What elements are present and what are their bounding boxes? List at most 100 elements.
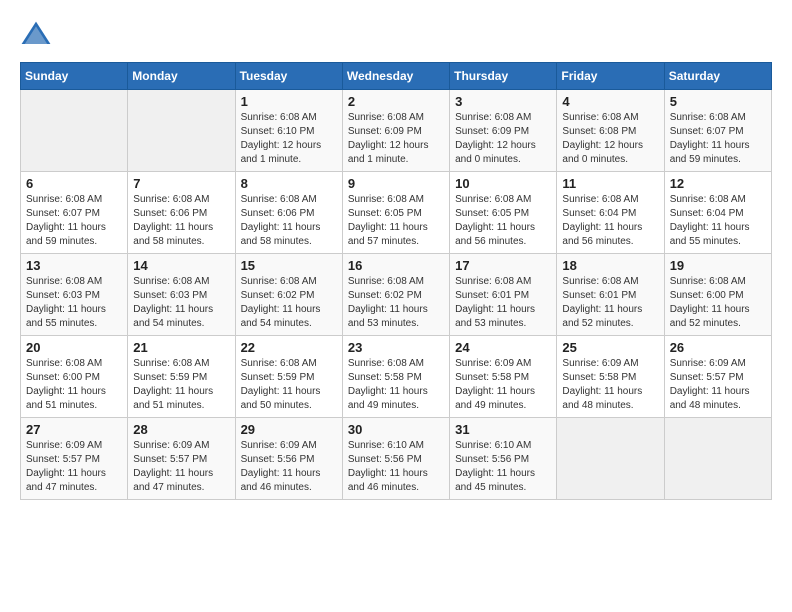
- weekday-header-monday: Monday: [128, 63, 235, 90]
- day-number: 18: [562, 258, 658, 273]
- weekday-header-saturday: Saturday: [664, 63, 771, 90]
- day-number: 9: [348, 176, 444, 191]
- calendar-cell: 11 Sunrise: 6:08 AM Sunset: 6:04 PM Dayli…: [557, 172, 664, 254]
- day-number: 1: [241, 94, 337, 109]
- weekday-header-tuesday: Tuesday: [235, 63, 342, 90]
- day-number: 29: [241, 422, 337, 437]
- cell-content: Sunrise: 6:08 AM Sunset: 6:06 PM Dayligh…: [241, 193, 337, 249]
- calendar-cell: 14Sunrise: 6:08 AM Sunset: 6:03 PM Dayli…: [128, 254, 235, 336]
- cell-content: Sunrise: 6:08 AM Sunset: 6:00 PM Dayligh…: [26, 357, 122, 413]
- cell-content: Sunrise: 6:09 AM Sunset: 5:57 PM Dayligh…: [133, 439, 229, 495]
- calendar-cell: 6 Sunrise: 6:08 AM Sunset: 6:07 PM Daylig…: [21, 172, 128, 254]
- calendar-cell: 2 Sunrise: 6:08 AM Sunset: 6:09 PM Daylig…: [342, 90, 449, 172]
- logo-icon: [20, 20, 52, 52]
- cell-content: Sunrise: 6:08 AM Sunset: 5:58 PM Dayligh…: [348, 357, 444, 413]
- day-number: 12: [670, 176, 766, 191]
- weekday-header-sunday: Sunday: [21, 63, 128, 90]
- day-number: 28: [133, 422, 229, 437]
- calendar-cell: [21, 90, 128, 172]
- day-number: 5: [670, 94, 766, 109]
- cell-content: Sunrise: 6:09 AM Sunset: 5:57 PM Dayligh…: [26, 439, 122, 495]
- day-number: 7: [133, 176, 229, 191]
- day-number: 6: [26, 176, 122, 191]
- day-number: 2: [348, 94, 444, 109]
- calendar-cell: 29Sunrise: 6:09 AM Sunset: 5:56 PM Dayli…: [235, 418, 342, 500]
- cell-content: Sunrise: 6:08 AM Sunset: 6:04 PM Dayligh…: [562, 193, 658, 249]
- cell-content: Sunrise: 6:08 AM Sunset: 6:04 PM Dayligh…: [670, 193, 766, 249]
- cell-content: Sunrise: 6:08 AM Sunset: 5:59 PM Dayligh…: [241, 357, 337, 413]
- day-number: 11: [562, 176, 658, 191]
- calendar-cell: 16 Sunrise: 6:08 AM Sunset: 6:02 PM Dayli…: [342, 254, 449, 336]
- logo: [20, 20, 56, 52]
- cell-content: Sunrise: 6:08 AM Sunset: 5:59 PM Dayligh…: [133, 357, 229, 413]
- calendar-cell: [128, 90, 235, 172]
- day-number: 14: [133, 258, 229, 273]
- day-number: 21: [133, 340, 229, 355]
- cell-content: Sunrise: 6:08 AM Sunset: 6:01 PM Dayligh…: [455, 275, 551, 331]
- calendar-cell: 18 Sunrise: 6:08 AM Sunset: 6:01 PM Dayli…: [557, 254, 664, 336]
- cell-content: Sunrise: 6:08 AM Sunset: 6:07 PM Dayligh…: [26, 193, 122, 249]
- cell-content: Sunrise: 6:08 AM Sunset: 6:05 PM Dayligh…: [455, 193, 551, 249]
- cell-content: Sunrise: 6:08 AM Sunset: 6:07 PM Dayligh…: [670, 111, 766, 167]
- calendar-cell: 12 Sunrise: 6:08 AM Sunset: 6:04 PM Dayli…: [664, 172, 771, 254]
- calendar-cell: 22 Sunrise: 6:08 AM Sunset: 5:59 PM Dayli…: [235, 336, 342, 418]
- calendar-cell: 3Sunrise: 6:08 AM Sunset: 6:09 PM Daylig…: [450, 90, 557, 172]
- cell-content: Sunrise: 6:08 AM Sunset: 6:09 PM Dayligh…: [348, 111, 444, 167]
- calendar-cell: 19Sunrise: 6:08 AM Sunset: 6:00 PM Dayli…: [664, 254, 771, 336]
- calendar-cell: 13Sunrise: 6:08 AM Sunset: 6:03 PM Dayli…: [21, 254, 128, 336]
- cell-content: Sunrise: 6:10 AM Sunset: 5:56 PM Dayligh…: [348, 439, 444, 495]
- day-number: 10: [455, 176, 551, 191]
- cell-content: Sunrise: 6:08 AM Sunset: 6:02 PM Dayligh…: [241, 275, 337, 331]
- day-number: 20: [26, 340, 122, 355]
- weekday-header-wednesday: Wednesday: [342, 63, 449, 90]
- cell-content: Sunrise: 6:08 AM Sunset: 6:03 PM Dayligh…: [26, 275, 122, 331]
- weekday-header-row: SundayMondayTuesdayWednesdayThursdayFrid…: [21, 63, 772, 90]
- day-number: 15: [241, 258, 337, 273]
- page-header: [20, 20, 772, 52]
- calendar-cell: 28 Sunrise: 6:09 AM Sunset: 5:57 PM Dayli…: [128, 418, 235, 500]
- calendar-cell: 23 Sunrise: 6:08 AM Sunset: 5:58 PM Dayli…: [342, 336, 449, 418]
- calendar-week-4: 20 Sunrise: 6:08 AM Sunset: 6:00 PM Dayli…: [21, 336, 772, 418]
- calendar-cell: 7Sunrise: 6:08 AM Sunset: 6:06 PM Daylig…: [128, 172, 235, 254]
- cell-content: Sunrise: 6:09 AM Sunset: 5:57 PM Dayligh…: [670, 357, 766, 413]
- day-number: 31: [455, 422, 551, 437]
- weekday-header-thursday: Thursday: [450, 63, 557, 90]
- cell-content: Sunrise: 6:08 AM Sunset: 6:02 PM Dayligh…: [348, 275, 444, 331]
- day-number: 3: [455, 94, 551, 109]
- calendar-cell: 4Sunrise: 6:08 AM Sunset: 6:08 PM Daylig…: [557, 90, 664, 172]
- day-number: 22: [241, 340, 337, 355]
- calendar-week-3: 13Sunrise: 6:08 AM Sunset: 6:03 PM Dayli…: [21, 254, 772, 336]
- cell-content: Sunrise: 6:08 AM Sunset: 6:01 PM Dayligh…: [562, 275, 658, 331]
- day-number: 17: [455, 258, 551, 273]
- calendar-cell: 21 Sunrise: 6:08 AM Sunset: 5:59 PM Dayli…: [128, 336, 235, 418]
- calendar-cell: 9 Sunrise: 6:08 AM Sunset: 6:05 PM Daylig…: [342, 172, 449, 254]
- day-number: 8: [241, 176, 337, 191]
- day-number: 23: [348, 340, 444, 355]
- calendar-cell: 20 Sunrise: 6:08 AM Sunset: 6:00 PM Dayli…: [21, 336, 128, 418]
- cell-content: Sunrise: 6:08 AM Sunset: 6:00 PM Dayligh…: [670, 275, 766, 331]
- cell-content: Sunrise: 6:08 AM Sunset: 6:10 PM Dayligh…: [241, 111, 337, 167]
- calendar-cell: 25 Sunrise: 6:09 AM Sunset: 5:58 PM Dayli…: [557, 336, 664, 418]
- cell-content: Sunrise: 6:09 AM Sunset: 5:58 PM Dayligh…: [562, 357, 658, 413]
- calendar-week-5: 27 Sunrise: 6:09 AM Sunset: 5:57 PM Dayli…: [21, 418, 772, 500]
- calendar-cell: 24Sunrise: 6:09 AM Sunset: 5:58 PM Dayli…: [450, 336, 557, 418]
- calendar-cell: 1 Sunrise: 6:08 AM Sunset: 6:10 PM Daylig…: [235, 90, 342, 172]
- day-number: 30: [348, 422, 444, 437]
- calendar-week-1: 1 Sunrise: 6:08 AM Sunset: 6:10 PM Daylig…: [21, 90, 772, 172]
- day-number: 26: [670, 340, 766, 355]
- day-number: 16: [348, 258, 444, 273]
- calendar-cell: [664, 418, 771, 500]
- calendar-cell: 17 Sunrise: 6:08 AM Sunset: 6:01 PM Dayli…: [450, 254, 557, 336]
- day-number: 25: [562, 340, 658, 355]
- calendar-cell: 27 Sunrise: 6:09 AM Sunset: 5:57 PM Dayli…: [21, 418, 128, 500]
- calendar-cell: [557, 418, 664, 500]
- calendar-cell: 26 Sunrise: 6:09 AM Sunset: 5:57 PM Dayli…: [664, 336, 771, 418]
- cell-content: Sunrise: 6:08 AM Sunset: 6:05 PM Dayligh…: [348, 193, 444, 249]
- calendar-cell: 8 Sunrise: 6:08 AM Sunset: 6:06 PM Daylig…: [235, 172, 342, 254]
- calendar-cell: 15 Sunrise: 6:08 AM Sunset: 6:02 PM Dayli…: [235, 254, 342, 336]
- cell-content: Sunrise: 6:09 AM Sunset: 5:58 PM Dayligh…: [455, 357, 551, 413]
- weekday-header-friday: Friday: [557, 63, 664, 90]
- calendar-cell: 30 Sunrise: 6:10 AM Sunset: 5:56 PM Dayli…: [342, 418, 449, 500]
- calendar-cell: 31Sunrise: 6:10 AM Sunset: 5:56 PM Dayli…: [450, 418, 557, 500]
- day-number: 27: [26, 422, 122, 437]
